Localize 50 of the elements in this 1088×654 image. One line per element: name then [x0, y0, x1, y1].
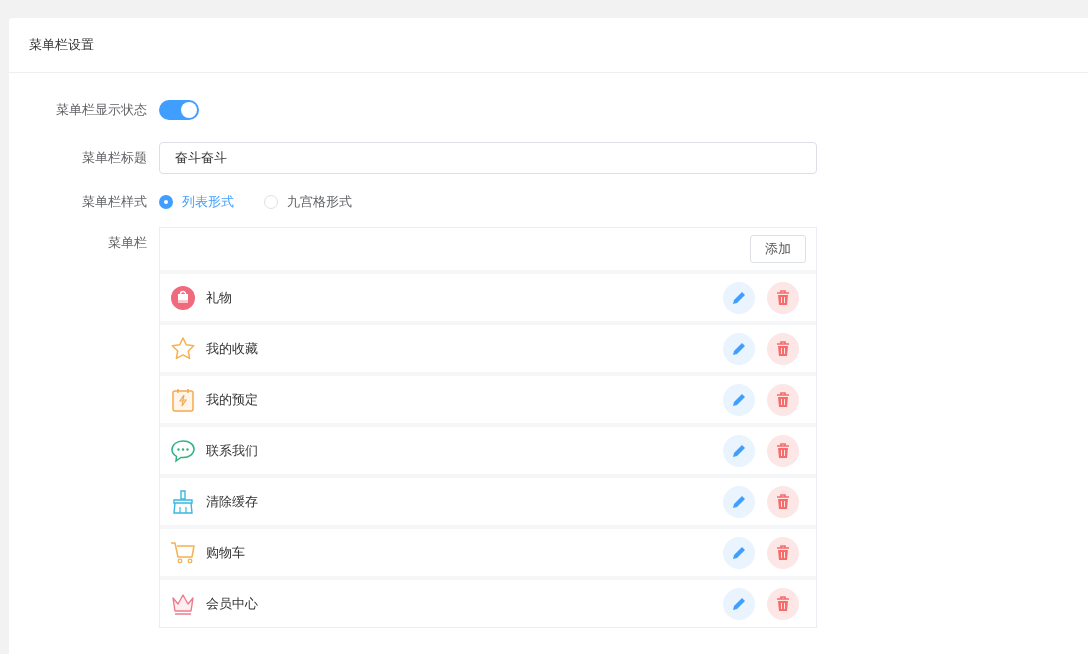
pencil-icon: [731, 442, 747, 459]
delete-button[interactable]: [767, 383, 799, 416]
delete-button[interactable]: [767, 536, 799, 569]
edit-button[interactable]: [723, 434, 755, 467]
menu-item-label: 联系我们: [206, 441, 259, 460]
pencil-icon: [731, 595, 747, 612]
edit-button[interactable]: [723, 536, 755, 569]
trash-icon: [776, 340, 790, 357]
edit-button[interactable]: [723, 383, 755, 416]
field-label: 菜单栏显示状态: [55, 101, 147, 120]
field-label: 菜单栏标题: [81, 149, 147, 168]
delete-button[interactable]: [767, 281, 799, 314]
trash-icon: [776, 493, 790, 510]
menu-item-label: 我的预定: [206, 390, 259, 409]
pencil-icon: [731, 493, 747, 510]
menu-item-label: 清除缓存: [206, 492, 259, 511]
menu-item-label: 礼物: [206, 288, 233, 307]
broom-icon: [170, 488, 196, 515]
edit-button[interactable]: [723, 587, 755, 620]
trash-icon: [776, 442, 790, 459]
toggle-switch[interactable]: [159, 100, 199, 120]
cart-icon: [170, 539, 196, 566]
trash-icon: [776, 544, 790, 561]
pencil-icon: [731, 289, 747, 306]
delete-button[interactable]: [767, 485, 799, 518]
trash-icon: [776, 595, 790, 612]
star-icon: [170, 335, 196, 362]
pencil-icon: [731, 340, 747, 357]
shopping-bag-icon: [170, 284, 196, 311]
delete-button[interactable]: [767, 587, 799, 620]
trash-icon: [776, 391, 790, 408]
menu-item-label: 我的收藏: [206, 339, 259, 358]
delete-button[interactable]: [767, 332, 799, 365]
pencil-icon: [731, 391, 747, 408]
edit-button[interactable]: [723, 485, 755, 518]
chat-bubble-icon: [170, 437, 196, 464]
card-title: 菜单栏设置: [29, 36, 94, 55]
title-input[interactable]: 奋斗奋斗: [159, 142, 817, 174]
add-button[interactable]: 添加: [750, 235, 806, 263]
trash-icon: [776, 289, 790, 306]
radio-option[interactable]: 九宫格形式: [264, 192, 352, 212]
edit-button[interactable]: [723, 281, 755, 314]
pencil-icon: [731, 544, 747, 561]
menu-item-label: 购物车: [206, 543, 246, 562]
delete-button[interactable]: [767, 434, 799, 467]
menu-item-label: 会员中心: [206, 594, 259, 613]
edit-button[interactable]: [723, 332, 755, 365]
field-label: 菜单栏样式: [81, 193, 147, 212]
calendar-icon: [170, 386, 196, 413]
field-label: 菜单栏: [107, 234, 147, 252]
